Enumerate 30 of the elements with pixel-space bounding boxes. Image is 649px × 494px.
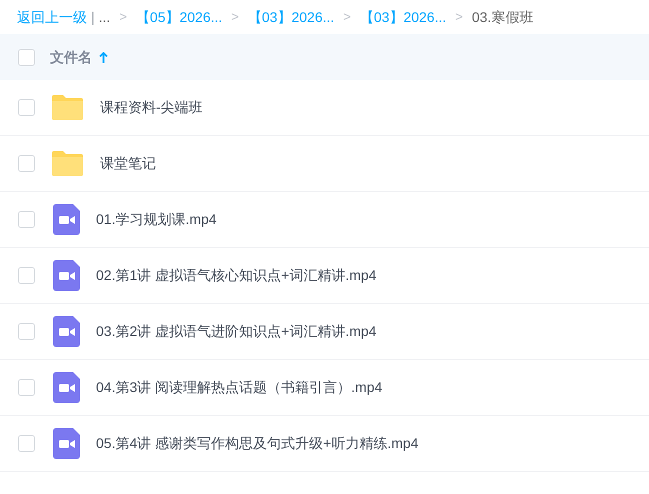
file-name[interactable]: 02.第1讲 虚拟语气核心知识点+词汇精讲.mp4 bbox=[96, 265, 376, 286]
file-name[interactable]: 05.第4讲 感谢类写作构思及句式升级+听力精练.mp4 bbox=[96, 433, 418, 454]
file-name[interactable]: 04.第3讲 阅读理解热点话题（书籍引言）.mp4 bbox=[96, 377, 382, 398]
checkbox[interactable] bbox=[18, 99, 35, 116]
checkbox[interactable] bbox=[18, 379, 35, 396]
folder-icon bbox=[51, 94, 84, 121]
file-name[interactable]: 课程资料-尖端班 bbox=[100, 97, 203, 118]
divider-text: | bbox=[91, 8, 95, 27]
current-folder: 03.寒假班 bbox=[472, 8, 534, 26]
checkbox[interactable] bbox=[18, 435, 35, 452]
video-file-icon bbox=[53, 372, 80, 403]
separator-text: > bbox=[119, 8, 127, 26]
checkbox[interactable] bbox=[18, 267, 35, 284]
separator-text: > bbox=[343, 8, 351, 26]
checkbox[interactable] bbox=[18, 48, 35, 66]
folder-icon bbox=[51, 150, 84, 177]
file-name[interactable]: 03.第2讲 虚拟语气进阶知识点+词汇精讲.mp4 bbox=[96, 321, 376, 342]
separator-text: > bbox=[231, 8, 239, 26]
checkbox[interactable] bbox=[18, 211, 35, 228]
video-file-icon bbox=[53, 260, 80, 291]
video-file-icon bbox=[53, 316, 80, 347]
file-name[interactable]: 01.学习规划课.mp4 bbox=[96, 209, 217, 230]
separator-text: > bbox=[455, 8, 463, 26]
sort-arrow-icon[interactable] bbox=[99, 52, 108, 62]
file-name[interactable]: 课堂笔记 bbox=[100, 153, 156, 174]
checkbox[interactable] bbox=[18, 155, 35, 172]
video-file-icon bbox=[53, 204, 80, 235]
ellipsis-text: ... bbox=[98, 8, 110, 26]
checkbox[interactable] bbox=[18, 323, 35, 340]
video-file-icon bbox=[53, 428, 80, 459]
